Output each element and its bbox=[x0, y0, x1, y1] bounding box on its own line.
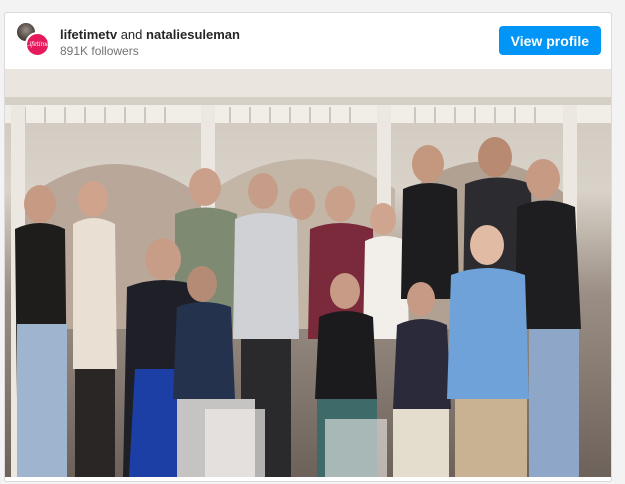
view-profile-button[interactable]: View profile bbox=[498, 26, 601, 55]
lifetime-logo-icon[interactable]: Lifetime bbox=[25, 32, 50, 57]
account-link-secondary[interactable]: nataliesuleman bbox=[146, 27, 240, 42]
instagram-embed-card: Lifetime lifetimetv and nataliesuleman 8… bbox=[4, 12, 612, 482]
family-photo-illustration bbox=[5, 69, 611, 477]
post-photo[interactable] bbox=[5, 69, 611, 477]
gazebo-beam bbox=[5, 97, 611, 105]
gazebo-roof bbox=[5, 69, 611, 97]
gazebo-railing bbox=[5, 105, 611, 123]
follower-count: 891K followers bbox=[60, 44, 139, 58]
post-header: Lifetime lifetimetv and nataliesuleman 8… bbox=[5, 13, 611, 69]
gazebo-post-mid-left bbox=[201, 105, 215, 225]
account-names: lifetimetv and nataliesuleman bbox=[60, 27, 240, 42]
wicker-chair-left bbox=[205, 409, 265, 477]
wicker-chair-right bbox=[325, 419, 387, 477]
collab-avatars[interactable]: Lifetime bbox=[15, 21, 51, 57]
account-link-primary[interactable]: lifetimetv bbox=[60, 27, 117, 42]
account-joiner: and bbox=[120, 27, 143, 42]
lifetime-logo-text: Lifetime bbox=[25, 41, 50, 48]
